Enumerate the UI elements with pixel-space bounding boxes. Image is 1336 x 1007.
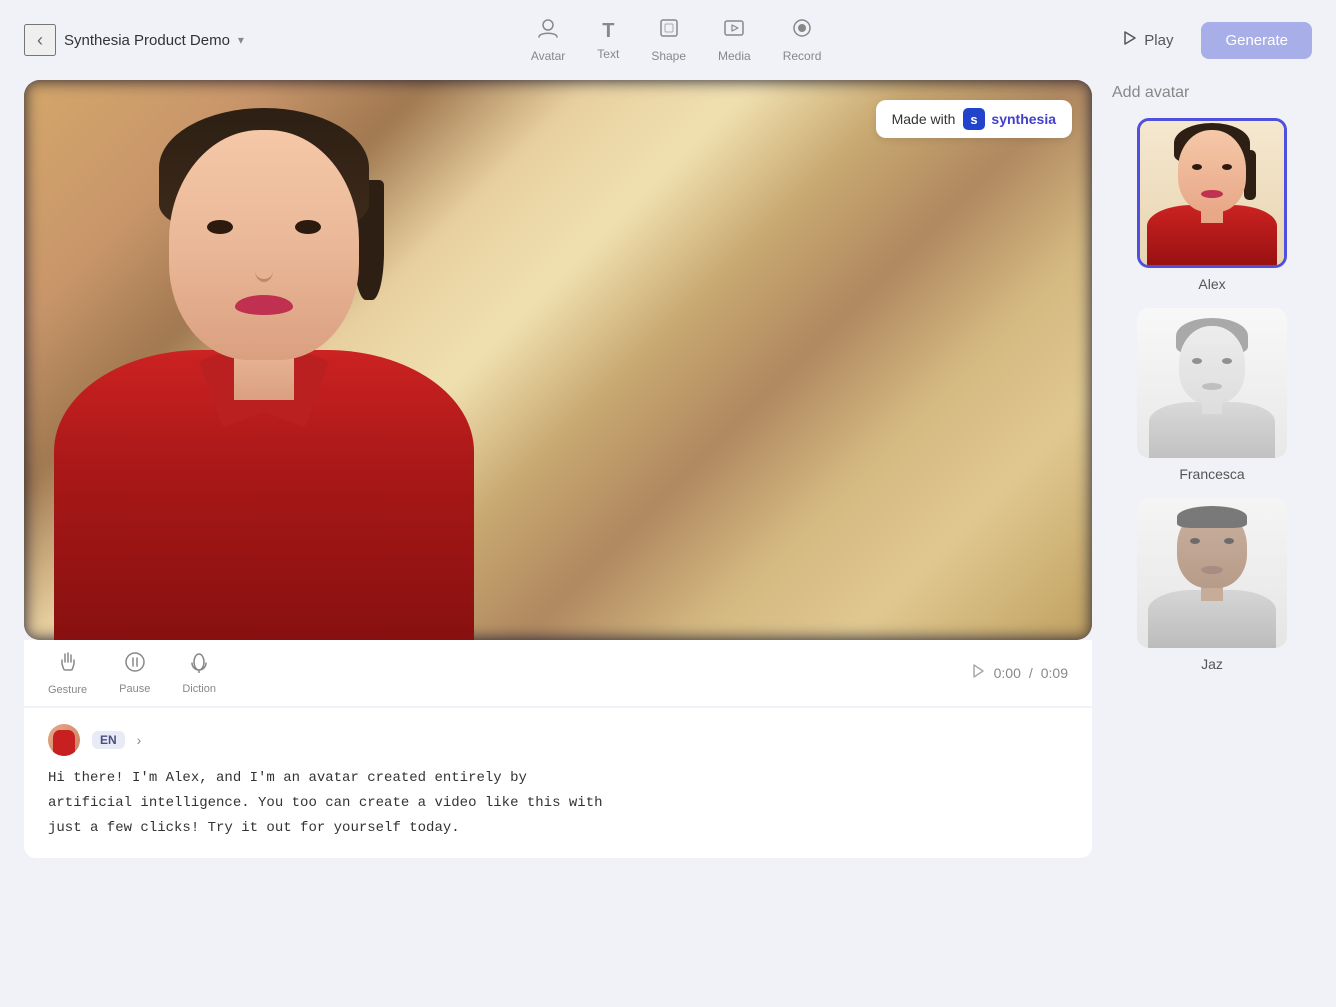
project-name[interactable]: Synthesia Product Demo bbox=[64, 32, 230, 49]
tool-avatar[interactable]: Avatar bbox=[531, 17, 565, 63]
avatar-name-jaz: Jaz bbox=[1201, 656, 1223, 672]
back-button[interactable]: ‹ bbox=[24, 24, 56, 56]
tool-media[interactable]: Media bbox=[718, 17, 751, 63]
header: ‹ Synthesia Product Demo ▾ Avatar T Text bbox=[0, 0, 1336, 80]
header-tools: Avatar T Text Shape Med bbox=[260, 17, 1092, 63]
avatar-nose bbox=[255, 260, 273, 282]
play-label: Play bbox=[1144, 32, 1173, 49]
avatar-name-francesca: Francesca bbox=[1179, 466, 1244, 482]
controls-left: Gesture Pause bbox=[48, 650, 216, 696]
time-separator: / bbox=[1029, 665, 1033, 681]
video-container: Made with s synthesia bbox=[24, 80, 1092, 640]
avatar-left-eye bbox=[207, 220, 233, 234]
avatar-name-alex: Alex bbox=[1198, 276, 1225, 292]
time-play-icon bbox=[970, 663, 986, 684]
record-tool-icon bbox=[791, 17, 813, 45]
watermark-prefix: Made with bbox=[892, 111, 956, 127]
diction-label: Diction bbox=[182, 683, 216, 695]
video-panel: Made with s synthesia bbox=[24, 80, 1092, 983]
text-tool-label: Text bbox=[597, 47, 619, 61]
avatar-jaz-bg bbox=[1137, 498, 1287, 648]
avatar-list: Alex bbox=[1112, 118, 1312, 672]
main-content: Made with s synthesia bbox=[0, 80, 1336, 1007]
synthesia-brand: synthesia bbox=[991, 111, 1056, 127]
play-icon bbox=[1120, 29, 1138, 52]
watermark: Made with s synthesia bbox=[876, 100, 1072, 138]
avatar-card-alex[interactable]: Alex bbox=[1112, 118, 1312, 292]
avatar-francesca-bg bbox=[1137, 308, 1287, 458]
avatar-alex-bg bbox=[1140, 121, 1284, 265]
record-tool-label: Record bbox=[783, 49, 822, 63]
pause-label: Pause bbox=[119, 683, 150, 695]
avatar-lips bbox=[235, 295, 293, 315]
gesture-icon bbox=[56, 650, 80, 680]
avatar-card-jaz[interactable]: Jaz bbox=[1112, 498, 1312, 672]
diction-button[interactable]: Diction bbox=[182, 651, 216, 695]
gesture-button[interactable]: Gesture bbox=[48, 650, 87, 696]
diction-icon bbox=[187, 651, 211, 679]
avatar-tool-label: Avatar bbox=[531, 49, 565, 63]
media-tool-label: Media bbox=[718, 49, 751, 63]
back-icon: ‹ bbox=[37, 30, 43, 51]
pause-button[interactable]: Pause bbox=[119, 651, 150, 695]
avatar-thumb-jaz[interactable] bbox=[1137, 498, 1287, 648]
add-avatar-title: Add avatar bbox=[1112, 80, 1312, 102]
time-total: 0:09 bbox=[1041, 665, 1068, 681]
tool-shape[interactable]: Shape bbox=[651, 17, 686, 63]
header-left: ‹ Synthesia Product Demo ▾ bbox=[24, 24, 244, 56]
expand-script-button[interactable]: › bbox=[137, 732, 142, 748]
header-right: Play Generate bbox=[1108, 21, 1312, 60]
script-text[interactable]: Hi there! I'm Alex, and I'm an avatar cr… bbox=[48, 766, 1068, 842]
media-tool-icon bbox=[723, 17, 745, 45]
tool-record[interactable]: Record bbox=[783, 17, 822, 63]
controls-right: 0:00 / 0:09 bbox=[970, 663, 1068, 684]
video-controls-bar: Gesture Pause bbox=[24, 640, 1092, 706]
avatar-thumb-francesca[interactable] bbox=[1137, 308, 1287, 458]
video-background: Made with s synthesia bbox=[24, 80, 1092, 640]
generate-button[interactable]: Generate bbox=[1201, 22, 1312, 59]
svg-text:s: s bbox=[971, 112, 978, 127]
avatar-face bbox=[169, 130, 359, 360]
script-avatar-mini bbox=[48, 724, 80, 756]
language-badge[interactable]: EN bbox=[92, 731, 125, 749]
play-button[interactable]: Play bbox=[1108, 21, 1185, 60]
text-tool-icon: T bbox=[602, 20, 614, 43]
script-area: EN › Hi there! I'm Alex, and I'm an avat… bbox=[24, 708, 1092, 858]
avatar-right-eye bbox=[295, 220, 321, 234]
avatar-thumb-alex[interactable] bbox=[1137, 118, 1287, 268]
avatar-panel: Add avatar bbox=[1112, 80, 1312, 983]
avatar-in-video bbox=[24, 80, 504, 640]
gesture-label: Gesture bbox=[48, 684, 87, 696]
script-toolbar: EN › bbox=[48, 724, 1068, 756]
shape-tool-icon bbox=[658, 17, 680, 45]
synthesia-logo: s synthesia bbox=[963, 108, 1056, 130]
avatar-tool-icon bbox=[537, 17, 559, 45]
tool-text[interactable]: T Text bbox=[597, 20, 619, 61]
time-current: 0:00 bbox=[994, 665, 1021, 681]
dropdown-arrow-icon[interactable]: ▾ bbox=[238, 33, 244, 47]
shape-tool-label: Shape bbox=[651, 49, 686, 63]
pause-icon bbox=[124, 651, 146, 679]
avatar-card-francesca[interactable]: Francesca bbox=[1112, 308, 1312, 482]
